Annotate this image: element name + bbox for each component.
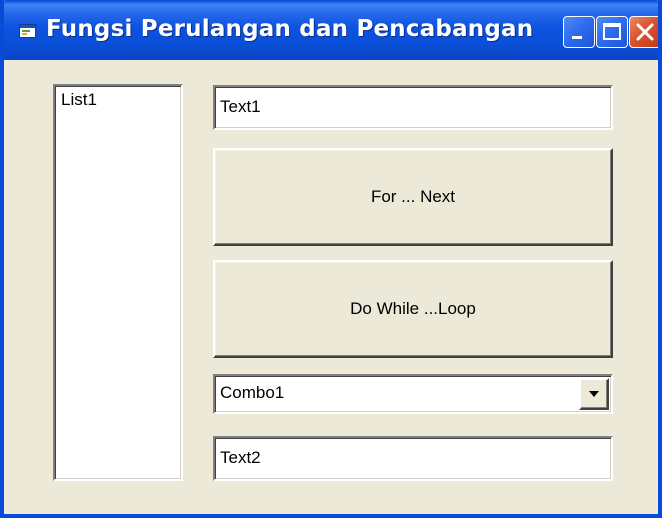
maximize-button[interactable] — [596, 16, 628, 48]
for-next-label: For ... Next — [370, 187, 456, 206]
window-title: Fungsi Perulangan dan Pencabangan — [46, 16, 534, 42]
text1-input[interactable]: Text1 — [213, 85, 613, 130]
close-icon — [636, 23, 654, 41]
combo1-dropdown[interactable]: Combo1 — [213, 374, 613, 414]
minimize-icon — [572, 36, 582, 39]
maximize-icon — [603, 23, 621, 40]
combo1-value: Combo1 — [220, 383, 285, 402]
do-while-button[interactable]: Do While ...Loop — [213, 260, 613, 358]
title-bar[interactable]: Fungsi Perulangan dan Pencabangan — [4, 0, 658, 60]
close-button[interactable] — [629, 16, 658, 48]
for-next-button[interactable]: For ... Next — [213, 148, 613, 246]
text2-value: Text2 — [220, 448, 261, 467]
form-icon — [19, 24, 36, 38]
do-while-label: Do While ...Loop — [350, 299, 476, 318]
combo1-dropdown-button[interactable] — [579, 378, 609, 410]
list1-listbox[interactable]: List1 — [53, 84, 183, 481]
form-window: Fungsi Perulangan dan Pencabangan List1 … — [0, 0, 662, 518]
text1-value: Text1 — [220, 97, 261, 116]
text2-input[interactable]: Text2 — [213, 436, 613, 481]
chevron-down-icon — [589, 391, 599, 397]
listbox-label: List1 — [61, 90, 97, 109]
minimize-button[interactable] — [563, 16, 595, 48]
